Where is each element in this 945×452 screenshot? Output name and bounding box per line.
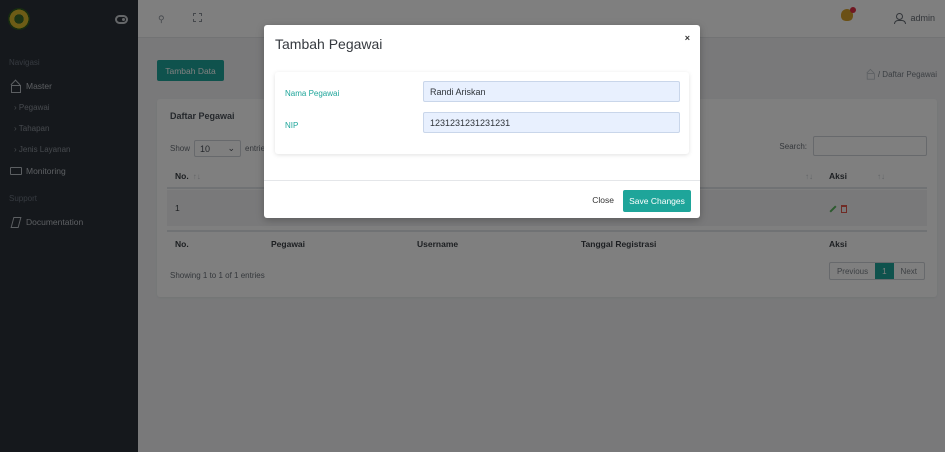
- tambah-pegawai-modal: Tambah Pegawai × Nama Pegawai Randi Aris…: [264, 25, 700, 218]
- nama-pegawai-input[interactable]: Randi Ariskan: [423, 81, 680, 102]
- nama-pegawai-label: Nama Pegawai: [285, 89, 340, 98]
- close-icon[interactable]: ×: [685, 33, 690, 43]
- save-changes-button[interactable]: Save Changes: [623, 190, 691, 212]
- modal-title: Tambah Pegawai: [275, 36, 383, 52]
- close-button[interactable]: Close: [592, 195, 614, 205]
- nip-input[interactable]: 1231231231231231: [423, 112, 680, 133]
- pegawai-form: Nama Pegawai Randi Ariskan NIP 123123123…: [275, 72, 689, 154]
- modal-footer: Close Save Changes: [264, 180, 700, 218]
- nip-label: NIP: [285, 121, 299, 130]
